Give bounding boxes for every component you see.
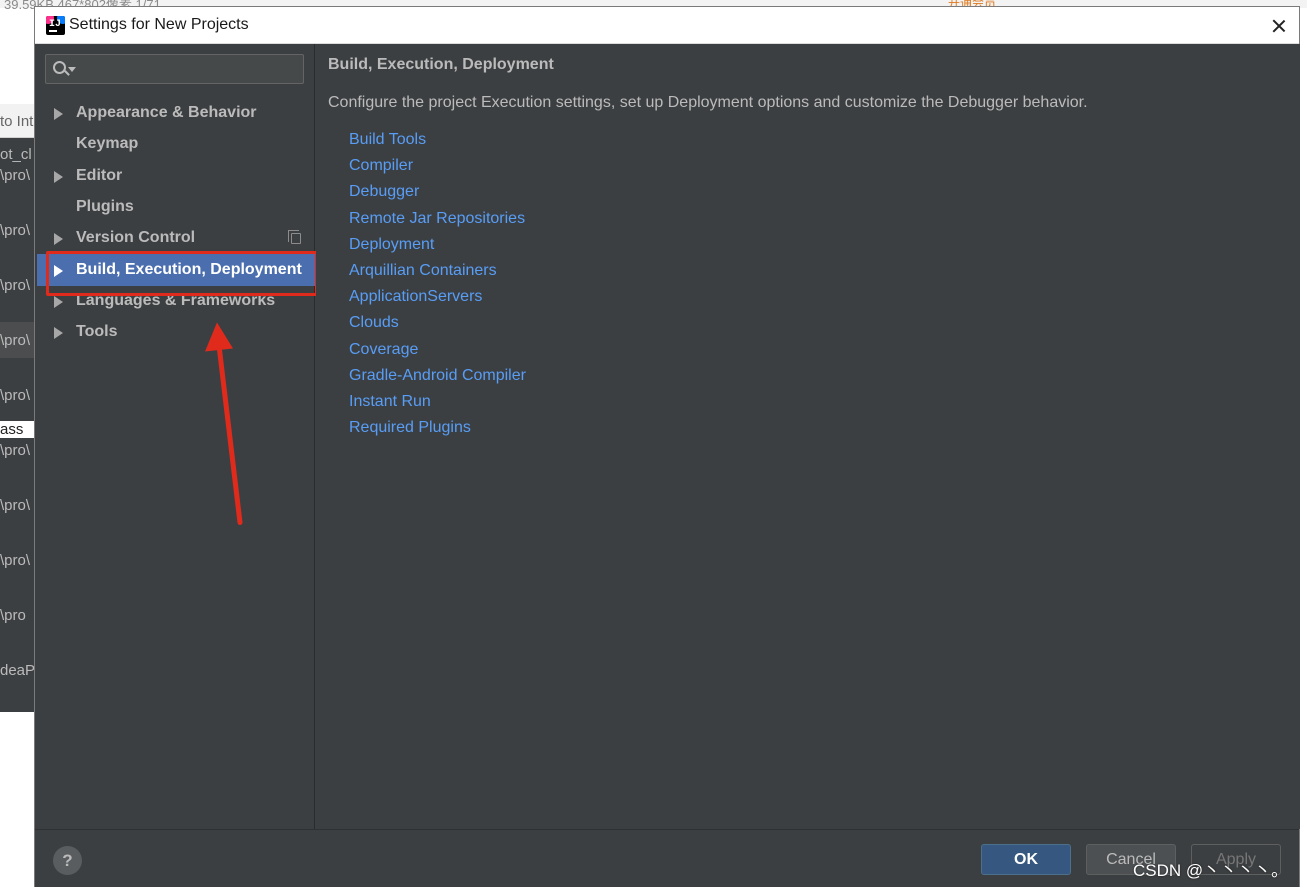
expand-arrow-icon[interactable] [54,296,63,308]
search-input[interactable] [45,54,304,84]
link-deployment[interactable]: Deployment [349,232,526,258]
nav-item-plugins[interactable]: Plugins [35,192,315,222]
nav-item-label: Appearance & Behavior [76,104,257,121]
nav-item-keymap[interactable]: Keymap [35,129,315,159]
search-icon [53,61,66,74]
link-gradle-android-compiler[interactable]: Gradle-Android Compiler [349,363,526,389]
copy-icon [288,230,301,244]
link-application-servers[interactable]: ApplicationServers [349,284,526,310]
link-arquillian-containers[interactable]: Arquillian Containers [349,258,526,284]
page-description: Configure the project Execution settings… [328,94,1088,111]
search-history-chevron-icon[interactable] [68,67,76,72]
page-title: Build, Execution, Deployment [328,56,554,73]
settings-nav: Appearance & Behavior Keymap Editor Plug… [35,44,318,829]
background-line: \pro\ [0,332,31,349]
background-line: ot_cl [0,146,32,163]
background-line: \pro\ [0,167,31,184]
link-coverage[interactable]: Coverage [349,337,526,363]
nav-item-version-control[interactable]: Version Control [35,223,315,253]
nav-item-label: Editor [76,167,123,184]
close-icon[interactable] [1263,11,1295,41]
background-line: \pro [0,607,26,624]
expand-arrow-icon[interactable] [54,171,63,183]
link-clouds[interactable]: Clouds [349,310,526,336]
background-window-title: to Int [0,113,34,130]
link-debugger[interactable]: Debugger [349,179,526,205]
background-line: \pro\ [0,277,31,294]
expand-arrow-icon[interactable] [54,233,63,245]
dialog-titlebar[interactable]: IJ Settings for New Projects [35,7,1299,44]
ok-button[interactable]: OK [981,844,1071,875]
nav-item-label: Plugins [76,198,134,215]
settings-dialog: IJ Settings for New Projects Appearance … [34,6,1300,887]
nav-item-label: Tools [76,323,118,340]
link-remote-jar-repositories[interactable]: Remote Jar Repositories [349,206,526,232]
subsection-links: Build Tools Compiler Debugger Remote Jar… [349,127,526,441]
link-compiler[interactable]: Compiler [349,153,526,179]
nav-item-build-execution-deployment[interactable]: Build, Execution, Deployment [37,254,315,286]
expand-arrow-icon[interactable] [54,327,63,339]
nav-item-editor[interactable]: Editor [35,161,315,191]
background-line: \pro\ [0,442,31,459]
nav-item-label: Version Control [76,229,196,246]
nav-item-languages-frameworks[interactable]: Languages & Frameworks [35,286,315,316]
settings-content: Build, Execution, Deployment Configure t… [316,44,1300,829]
nav-item-tools[interactable]: Tools [35,317,315,347]
background-window-header: to Int [0,104,36,138]
background-line: \pro\ [0,222,31,239]
link-required-plugins[interactable]: Required Plugins [349,415,526,441]
link-instant-run[interactable]: Instant Run [349,389,526,415]
background-line: deaP [0,662,36,679]
background-line: ass [0,421,36,438]
expand-arrow-icon[interactable] [54,108,63,120]
nav-item-label: Languages & Frameworks [76,292,276,309]
help-button[interactable]: ? [53,846,82,875]
nav-item-label: Build, Execution, Deployment [76,261,302,278]
dialog-title: Settings for New Projects [69,16,249,33]
expand-arrow-icon[interactable] [54,265,63,277]
nav-item-appearance-behavior[interactable]: Appearance & Behavior [35,98,315,128]
background-line: \pro\ [0,552,31,569]
background-line: \pro\ [0,387,31,404]
nav-item-label: Keymap [76,135,139,152]
dialog-footer: ? OK Cancel Apply [35,829,1299,887]
link-build-tools[interactable]: Build Tools [349,127,526,153]
csdn-watermark: CSDN @丶丶丶丶。 [1133,861,1289,880]
intellij-idea-icon: IJ [46,16,65,35]
background-line: \pro\ [0,497,31,514]
